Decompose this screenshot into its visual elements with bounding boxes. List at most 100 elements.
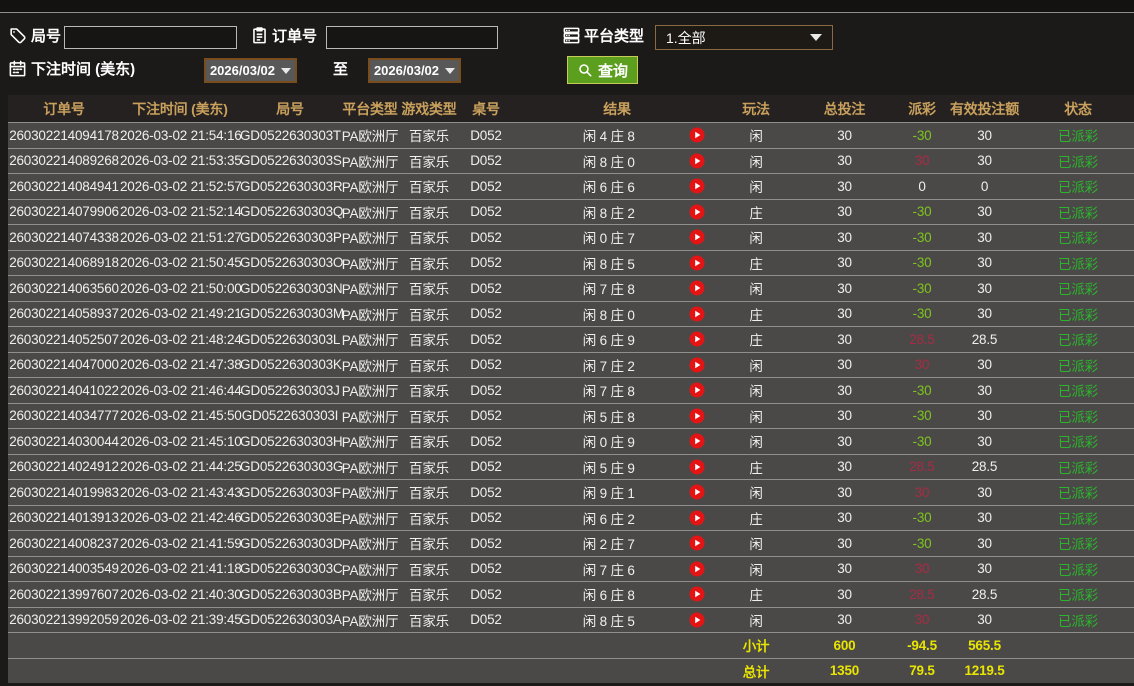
total-bet: 30 — [837, 433, 852, 449]
play-circle-icon[interactable] — [689, 510, 705, 526]
payout: -30 — [912, 408, 932, 424]
bet-time: 2026-03-02 21:49:21 — [120, 306, 242, 322]
platform-type: PA欧洲厅 — [341, 613, 399, 629]
table-number: D052 — [470, 459, 502, 475]
result-cell: 闲 5 庄 8 — [514, 404, 720, 429]
order-number: 260302214052507 — [9, 331, 119, 347]
subtotal-payout: -94.5 — [907, 637, 937, 653]
valid-bet-amount: 30 — [977, 561, 992, 577]
subtotal-label: 小计 — [742, 639, 770, 655]
caret-down-icon — [281, 67, 292, 74]
total-bet: 30 — [837, 357, 852, 373]
play-circle-icon[interactable] — [689, 382, 705, 398]
payout: 30 — [914, 153, 930, 169]
play-circle-icon[interactable] — [689, 255, 705, 271]
result-text: 闲 7 庄 8 — [582, 282, 635, 298]
status: 已派彩 — [1058, 129, 1098, 145]
play-type: 庄 — [749, 588, 763, 604]
total-bet: 30 — [837, 331, 852, 347]
order-number: 260302214030044 — [9, 433, 119, 449]
play-circle-icon[interactable] — [689, 127, 705, 143]
round-number: GD0522630303J — [240, 382, 340, 398]
date-to-value: 2026/03/02 — [373, 63, 440, 78]
order-number: 260302214094178 — [9, 127, 119, 143]
status: 已派彩 — [1058, 435, 1098, 451]
table-row: 260302214052507 2026-03-02 21:48:24 GD0522… — [8, 326, 1134, 352]
game-type: 百家乐 — [409, 282, 449, 298]
play-circle-icon[interactable] — [689, 561, 705, 577]
platform-type: PA欧洲厅 — [341, 333, 399, 349]
table-row: 260302214084941 2026-03-02 21:52:57 GD0522… — [8, 173, 1134, 199]
caret-down-icon — [810, 34, 822, 41]
total-bet: 30 — [837, 127, 852, 143]
header-platform-type: 平台类型 — [342, 100, 398, 117]
play-circle-icon[interactable] — [689, 484, 705, 500]
search-button-label: 查询 — [598, 62, 629, 80]
subtotal-row: 小计 600 -94.5 565.5 — [8, 632, 1134, 658]
result-text: 闲 5 庄 8 — [582, 409, 635, 425]
play-type: 庄 — [749, 256, 763, 272]
play-type: 闲 — [749, 435, 763, 451]
result-text: 闲 4 庄 8 — [582, 129, 635, 145]
round-number: GD0522630303R — [240, 178, 343, 194]
play-circle-icon[interactable] — [689, 280, 705, 296]
round-number: GD0522630303D — [240, 535, 343, 551]
header-valid-bet: 有效投注额 — [950, 100, 1019, 117]
bet-time: 2026-03-02 21:53:35 — [120, 153, 242, 169]
play-circle-icon[interactable] — [689, 153, 705, 169]
total-bet: 30 — [837, 510, 852, 526]
bet-time: 2026-03-02 21:40:30 — [120, 586, 242, 602]
play-circle-icon[interactable] — [689, 408, 705, 424]
table-row: 260302214041022 2026-03-02 21:46:44 GD0522… — [8, 377, 1134, 403]
platform-type: PA欧洲厅 — [341, 588, 399, 604]
play-circle-icon[interactable] — [689, 459, 705, 475]
result-text: 闲 8 庄 5 — [582, 613, 635, 629]
date-from-picker[interactable]: 2026/03/02 — [204, 58, 297, 83]
status: 已派彩 — [1058, 486, 1098, 502]
play-circle-icon[interactable] — [689, 433, 705, 449]
platform-type: PA欧洲厅 — [341, 537, 399, 553]
play-circle-icon[interactable] — [689, 229, 705, 245]
result-cell: 闲 8 庄 5 — [514, 251, 720, 276]
valid-bet-amount: 30 — [977, 280, 992, 296]
platform-type: PA欧洲厅 — [341, 384, 399, 400]
table-row: 260302214030044 2026-03-02 21:45:10 GD0522… — [8, 428, 1134, 454]
result-cell: 闲 2 庄 7 — [514, 531, 720, 556]
play-circle-icon[interactable] — [689, 204, 705, 220]
table-number: D052 — [470, 433, 502, 449]
table-row: 260302214079906 2026-03-02 21:52:14 GD0522… — [8, 198, 1134, 224]
play-circle-icon[interactable] — [689, 535, 705, 551]
round-number: GD0522630303M — [240, 306, 344, 322]
total-bet: 1350 — [829, 663, 860, 679]
platform-type-select[interactable]: 1.全部 — [655, 25, 833, 50]
table-body: 260302214094178 2026-03-02 21:54:16 GD0522… — [8, 122, 1134, 632]
play-circle-icon[interactable] — [689, 357, 705, 373]
order-number-input[interactable] — [326, 26, 498, 49]
play-circle-icon[interactable] — [689, 178, 705, 194]
betting-records-page: 局号 订单号 平台类型 1.全部 下注时间 (美东) 2026/03/02 至 … — [0, 0, 1134, 683]
table-number: D052 — [470, 586, 502, 602]
result-cell: 闲 4 庄 8 — [514, 123, 720, 148]
order-number: 260302214019983 — [9, 484, 119, 500]
date-to-picker[interactable]: 2026/03/02 — [368, 58, 461, 83]
round-number: GD0522630303B — [240, 586, 342, 602]
total-bet: 30 — [837, 484, 852, 500]
platform-type: PA欧洲厅 — [341, 180, 399, 196]
valid-bet-amount: 30 — [977, 433, 992, 449]
bet-time: 2026-03-02 21:41:59 — [120, 535, 242, 551]
table-row: 260302214068918 2026-03-02 21:50:45 GD0522… — [8, 249, 1134, 276]
play-circle-icon[interactable] — [689, 586, 705, 602]
game-type: 百家乐 — [409, 537, 449, 553]
platform-type: PA欧洲厅 — [341, 358, 399, 374]
round-number: GD0522630303C — [240, 561, 343, 577]
search-button[interactable]: 查询 — [567, 56, 639, 84]
play-circle-icon[interactable] — [689, 612, 705, 628]
to-label: 至 — [333, 61, 349, 78]
play-circle-icon[interactable] — [689, 306, 705, 322]
table-row: 260302213992059 2026-03-02 21:39:45 GD0522… — [8, 606, 1134, 632]
round-number-input[interactable] — [64, 26, 237, 49]
bet-time: 2026-03-02 21:50:45 — [120, 255, 242, 271]
play-circle-icon[interactable] — [689, 331, 705, 347]
bet-time: 2026-03-02 21:44:25 — [120, 459, 242, 475]
date-from-value: 2026/03/02 — [209, 63, 276, 78]
